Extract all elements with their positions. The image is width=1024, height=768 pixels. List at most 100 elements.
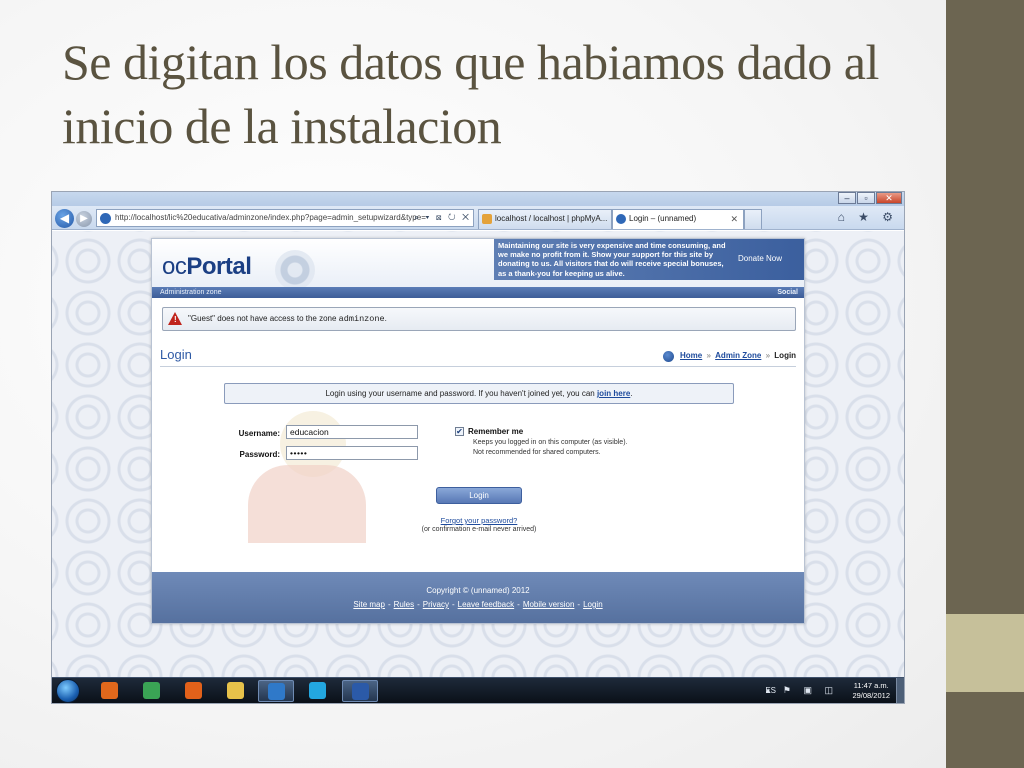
- ocportal-logo[interactable]: ocPortal: [162, 253, 252, 281]
- address-url: http://localhost/lic%20educativa/adminzo…: [115, 213, 426, 222]
- breadcrumb-separator: »: [765, 351, 771, 360]
- taskbar-chrome[interactable]: [134, 680, 170, 702]
- avatar-body-watermark: [248, 465, 366, 543]
- zone-label[interactable]: Administration zone: [160, 287, 221, 298]
- breadcrumb-admin-zone[interactable]: Admin Zone: [715, 351, 761, 360]
- footer-link-rules[interactable]: Rules: [394, 600, 414, 609]
- copyright-text: Copyright © (unnamed) 2012: [426, 586, 530, 595]
- home-favorites-tools-icons[interactable]: ⌂ ★ ⚙: [838, 210, 898, 224]
- ie-page-icon: [100, 213, 111, 224]
- site-header: ocPortal Maintaining our site is very ex…: [152, 239, 804, 291]
- back-button[interactable]: ◀: [55, 209, 74, 228]
- window-buttons: – ▫ ✕: [837, 192, 902, 204]
- username-label: Username:: [238, 429, 280, 438]
- browser-navbar: ◀ ▶ http://localhost/lic%20educativa/adm…: [52, 206, 904, 230]
- clock-date: 29/08/2012: [852, 691, 890, 700]
- breadcrumb-arrow-icon: [663, 351, 674, 362]
- slide-side-accent: [946, 614, 1024, 692]
- donate-text: Maintaining our site is very expensive a…: [498, 241, 726, 278]
- access-alert: ! "Guest" does not have access to the zo…: [162, 307, 796, 331]
- footer-separator: -: [387, 600, 391, 609]
- join-here-link[interactable]: join here: [597, 389, 630, 398]
- alert-prefix: "Guest" does not have access to the zone: [188, 314, 339, 323]
- footer-links: Site map - Rules - Privacy - Leave feedback - Mo…: [152, 600, 804, 609]
- internet-explorer-icon: [268, 683, 285, 700]
- new-tab-button[interactable]: [744, 209, 762, 229]
- taskbar-explorer[interactable]: [218, 680, 254, 702]
- clock-time: 11:47 a.m.: [853, 681, 889, 690]
- footer-link-feedback[interactable]: Leave feedback: [458, 600, 515, 609]
- tab-label: Login – (unnamed): [629, 214, 697, 223]
- start-button[interactable]: [56, 679, 80, 703]
- alert-zone: adminzone: [338, 314, 385, 324]
- logo-light: oc: [162, 253, 187, 280]
- system-tray-icons[interactable]: ▴ ⚑ ▣ ◫: [766, 685, 838, 696]
- login-button[interactable]: Login: [436, 487, 522, 504]
- forward-button[interactable]: ▶: [76, 211, 92, 227]
- logo-bold: Portal: [186, 253, 252, 280]
- forgot-password-link[interactable]: Forgot your password?: [436, 516, 522, 525]
- password-label: Password:: [239, 450, 280, 459]
- chrome-icon: [143, 682, 160, 699]
- password-input[interactable]: •••••: [286, 446, 418, 460]
- info-suffix: .: [630, 389, 633, 398]
- footer-link-login[interactable]: Login: [583, 600, 603, 609]
- footer-link-site-map[interactable]: Site map: [353, 600, 385, 609]
- breadcrumb: Home » Admin Zone » Login: [680, 351, 796, 360]
- window-titlebar: – ▫ ✕: [52, 192, 904, 206]
- close-window-button[interactable]: ✕: [876, 192, 902, 204]
- site-footer: Copyright © (unnamed) 2012 Site map - Rule…: [152, 572, 804, 623]
- phpmyadmin-icon: [482, 214, 492, 224]
- minimize-button[interactable]: –: [838, 192, 856, 204]
- tab-label: localhost / localhost | phpMyA...: [495, 214, 608, 223]
- skype-icon: [309, 682, 326, 699]
- ie-page-icon: [616, 214, 626, 224]
- page-viewport: ocPortal Maintaining our site is very ex…: [52, 231, 904, 677]
- media-player-icon: [101, 682, 118, 699]
- page-title: Login: [160, 347, 192, 362]
- zone-bar: Administration zone Social: [152, 287, 804, 298]
- tab-close-icon[interactable]: ✕: [730, 210, 738, 228]
- divider: [160, 366, 796, 367]
- footer-link-mobile[interactable]: Mobile version: [523, 600, 575, 609]
- footer-separator: -: [577, 600, 581, 609]
- donate-banner: Maintaining our site is very expensive a…: [494, 239, 804, 280]
- taskbar-clock[interactable]: 11:47 a.m. 29/08/2012: [852, 681, 890, 701]
- taskbar-word[interactable]: [342, 680, 378, 702]
- login-info-box: Login using your username and password. …: [224, 383, 734, 404]
- donate-now-link[interactable]: Donate Now: [738, 254, 782, 263]
- footer-separator: -: [417, 600, 420, 609]
- slide-title: Se digitan los datos que habiamos dado a…: [62, 34, 879, 154]
- ocportal-page: ocPortal Maintaining our site is very ex…: [151, 238, 805, 624]
- breadcrumb-current: Login: [774, 351, 797, 360]
- breadcrumb-home[interactable]: Home: [680, 351, 702, 360]
- tab-phpmyadmin[interactable]: localhost / localhost | phpMyA...: [478, 209, 612, 229]
- forgot-password-note: (or confirmation e-mail never arrived): [421, 526, 537, 533]
- folder-icon: [227, 682, 244, 699]
- remember-me-label[interactable]: Remember me: [468, 427, 523, 436]
- firefox-icon: [185, 682, 202, 699]
- footer-link-privacy[interactable]: Privacy: [423, 600, 449, 609]
- breadcrumb-separator: »: [706, 351, 711, 360]
- address-bar[interactable]: http://localhost/lic%20educativa/adminzo…: [96, 209, 474, 227]
- address-tools-icons[interactable]: ⌕ ▾ ⊠ ↻ ✕: [414, 212, 471, 223]
- taskbar-skype[interactable]: [300, 680, 336, 702]
- gear-logo-icon: [275, 250, 315, 290]
- taskbar-internet-explorer[interactable]: [258, 680, 294, 702]
- tab-login[interactable]: Login – (unnamed) ✕: [612, 209, 744, 229]
- remember-me-help: Keeps you logged in on this computer (as…: [473, 439, 628, 456]
- maximize-button[interactable]: ▫: [857, 192, 875, 204]
- browser-screenshot: – ▫ ✕ ◀ ▶ http://localhost/lic%20educati…: [51, 191, 905, 704]
- taskbar-media-player[interactable]: [92, 680, 128, 702]
- username-input[interactable]: educacion: [286, 425, 418, 439]
- social-link[interactable]: Social: [777, 287, 798, 298]
- word-icon: [352, 683, 369, 700]
- taskbar-firefox[interactable]: [176, 680, 212, 702]
- footer-separator: -: [517, 600, 520, 609]
- info-text: Login using your username and password. …: [325, 389, 597, 398]
- show-desktop-button[interactable]: [896, 678, 904, 703]
- alert-message: "Guest" does not have access to the zone…: [188, 314, 387, 324]
- alert-suffix: .: [384, 314, 387, 323]
- remember-me-checkbox[interactable]: ✔: [455, 427, 464, 436]
- footer-separator: -: [451, 600, 455, 609]
